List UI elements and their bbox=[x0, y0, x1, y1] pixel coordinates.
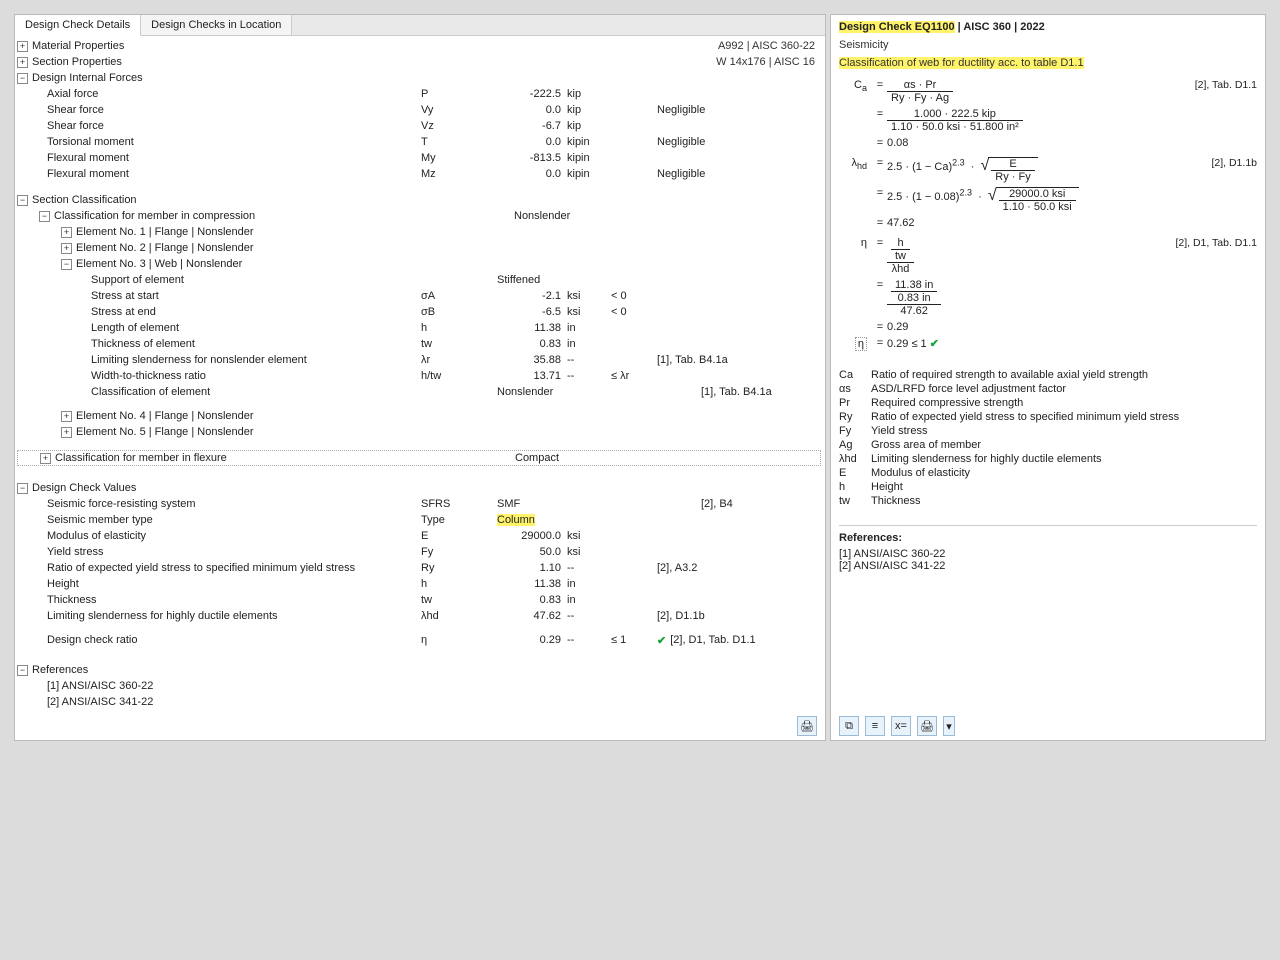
glossary-row: hHeight bbox=[839, 481, 1257, 493]
row-dcv[interactable]: − Design Check Values bbox=[17, 480, 821, 496]
tree: + Material Properties A992 | AISC 360-22… bbox=[15, 36, 825, 712]
row-e3[interactable]: − Element No. 3 | Web | Nonslender bbox=[17, 256, 821, 272]
row-e2[interactable]: + Element No. 2 | Flange | Nonslender bbox=[17, 240, 821, 256]
row-material[interactable]: + Material Properties A992 | AISC 360-22 bbox=[17, 38, 821, 54]
print-preview-icon[interactable]: 🖨 bbox=[797, 716, 817, 736]
glossary-row: EModulus of elasticity bbox=[839, 467, 1257, 479]
tab-location[interactable]: Design Checks in Location bbox=[141, 15, 292, 35]
expand-icon[interactable]: + bbox=[17, 57, 28, 68]
web-row[interactable]: Limiting slenderness for nonslender elem… bbox=[17, 352, 821, 368]
glossary-row: RyRatio of expected yield stress to spec… bbox=[839, 411, 1257, 423]
web-row[interactable]: Stress at startσA-2.1ksi< 0 bbox=[17, 288, 821, 304]
material-meta: A992 | AISC 360-22 bbox=[718, 40, 821, 52]
formula-icon[interactable]: x= bbox=[891, 716, 911, 736]
dif-row[interactable]: Shear forceVz-6.7kip bbox=[17, 118, 821, 134]
dif-row[interactable]: Torsional momentT0.0kipinNegligible bbox=[17, 134, 821, 150]
glossary-row: twThickness bbox=[839, 495, 1257, 507]
dc-title-suffix: | AISC 360 | 2022 bbox=[955, 21, 1045, 33]
ref1: [1] ANSI/AISC 360-22 bbox=[17, 678, 821, 694]
tab-details[interactable]: Design Check Details bbox=[15, 15, 141, 36]
collapse-icon[interactable]: − bbox=[17, 195, 28, 206]
dcv-row[interactable]: Yield stressFy50.0ksi bbox=[17, 544, 821, 560]
dcv-row[interactable]: Seismic member typeTypeColumn bbox=[17, 512, 821, 528]
row-e4[interactable]: + Element No. 4 | Flange | Nonslender bbox=[17, 408, 821, 424]
check-icon: ✔ bbox=[930, 338, 939, 350]
sym-eta: η bbox=[839, 237, 873, 249]
sc-title: Section Classification bbox=[32, 194, 137, 206]
glossary-row: λhdLimiting slenderness for highly ducti… bbox=[839, 453, 1257, 465]
section-meta: W 14x176 | AISC 16 bbox=[716, 56, 821, 68]
collapse-icon[interactable]: − bbox=[17, 73, 28, 84]
expand-icon[interactable]: + bbox=[61, 243, 72, 254]
dif-title: Design Internal Forces bbox=[32, 72, 143, 84]
expand-icon[interactable]: + bbox=[61, 227, 72, 238]
row-sc-flex[interactable]: + Classification for member in flexure C… bbox=[17, 450, 821, 466]
glossary-row: CaRatio of required strength to availabl… bbox=[839, 369, 1257, 381]
glossary-row: αsASD/LRFD force level adjustment factor bbox=[839, 383, 1257, 395]
web-row[interactable]: Support of elementStiffened bbox=[17, 272, 821, 288]
expand-icon[interactable]: + bbox=[61, 411, 72, 422]
dif-row[interactable]: Axial forceP-222.5kip bbox=[17, 86, 821, 102]
dif-row[interactable]: Flexural momentMz0.0kipinNegligible bbox=[17, 166, 821, 182]
check-icon: ✔ bbox=[657, 634, 666, 647]
dif-row[interactable]: Flexural momentMy-813.5kipin bbox=[17, 150, 821, 166]
row-e1[interactable]: + Element No. 1 | Flange | Nonslender bbox=[17, 224, 821, 240]
glossary-row: FyYield stress bbox=[839, 425, 1257, 437]
collapse-icon[interactable]: − bbox=[17, 665, 28, 676]
dc-title: Design Check EQ1100 bbox=[839, 21, 955, 33]
dcv-row[interactable]: Thicknesstw0.83in bbox=[17, 592, 821, 608]
material-title: Material Properties bbox=[32, 40, 124, 52]
dropdown-icon[interactable]: ▾ bbox=[943, 716, 955, 736]
expand-icon[interactable]: + bbox=[40, 453, 51, 464]
dc-subtitle: Classification of web for ductility acc.… bbox=[839, 57, 1084, 69]
dcv-row[interactable]: Heighth11.38in bbox=[17, 576, 821, 592]
row-dcv-ratio[interactable]: Design check ratio η 0.29 -- ≤ 1 ✔ [2], … bbox=[17, 632, 821, 648]
dif-row[interactable]: Shear forceVy0.0kipNegligible bbox=[17, 102, 821, 118]
row-section[interactable]: + Section Properties W 14x176 | AISC 16 bbox=[17, 54, 821, 70]
glossary: CaRatio of required strength to availabl… bbox=[839, 369, 1257, 507]
print-icon[interactable]: 🖨 bbox=[917, 716, 937, 736]
expand-icon[interactable]: + bbox=[61, 427, 72, 438]
dcv-row[interactable]: Seismic force-resisting systemSFRSSMF[2]… bbox=[17, 496, 821, 512]
row-dif[interactable]: − Design Internal Forces bbox=[17, 70, 821, 86]
web-row[interactable]: Width-to-thickness ratioh/tw13.71--≤ λr bbox=[17, 368, 821, 384]
dc-category: Seismicity bbox=[839, 39, 1257, 51]
left-toolbar: 🖨 bbox=[15, 712, 825, 740]
eta-box: η bbox=[855, 337, 867, 351]
glossary-row: PrRequired compressive strength bbox=[839, 397, 1257, 409]
dcv-row[interactable]: Limiting slenderness for highly ductile … bbox=[17, 608, 821, 624]
collapse-icon[interactable]: − bbox=[61, 259, 72, 270]
dcv-title: Design Check Values bbox=[32, 482, 136, 494]
section-title: Section Properties bbox=[32, 56, 122, 68]
dcv-row[interactable]: Modulus of elasticityE29000.0ksi bbox=[17, 528, 821, 544]
row-e5[interactable]: + Element No. 5 | Flange | Nonslender bbox=[17, 424, 821, 440]
glossary-row: AgGross area of member bbox=[839, 439, 1257, 451]
sym-lhd: λhd bbox=[839, 157, 873, 171]
row-refs[interactable]: − References bbox=[17, 662, 821, 678]
right-references: References: [1] ANSI/AISC 360-22 [2] ANS… bbox=[839, 525, 1257, 572]
web-row[interactable]: Length of elementh11.38in bbox=[17, 320, 821, 336]
right-toolbar: ⧉ ≡ x= 🖨 ▾ bbox=[831, 712, 1265, 740]
tabs: Design Check Details Design Checks in Lo… bbox=[15, 15, 825, 36]
row-sc-comp[interactable]: − Classification for member in compressi… bbox=[17, 208, 821, 224]
collapse-icon[interactable]: − bbox=[17, 483, 28, 494]
expand-icon[interactable]: + bbox=[17, 41, 28, 52]
ref2: [2] ANSI/AISC 341-22 bbox=[17, 694, 821, 710]
sym-ca: Ca bbox=[839, 79, 873, 93]
copy-icon[interactable]: ⧉ bbox=[839, 716, 859, 736]
web-row[interactable]: Classification of elementNonslender[1], … bbox=[17, 384, 821, 400]
list-icon[interactable]: ≡ bbox=[865, 716, 885, 736]
row-sc[interactable]: − Section Classification bbox=[17, 192, 821, 208]
web-row[interactable]: Stress at endσB-6.5ksi< 0 bbox=[17, 304, 821, 320]
web-row[interactable]: Thickness of elementtw0.83in bbox=[17, 336, 821, 352]
dcv-row[interactable]: Ratio of expected yield stress to specif… bbox=[17, 560, 821, 576]
collapse-icon[interactable]: − bbox=[39, 211, 50, 222]
